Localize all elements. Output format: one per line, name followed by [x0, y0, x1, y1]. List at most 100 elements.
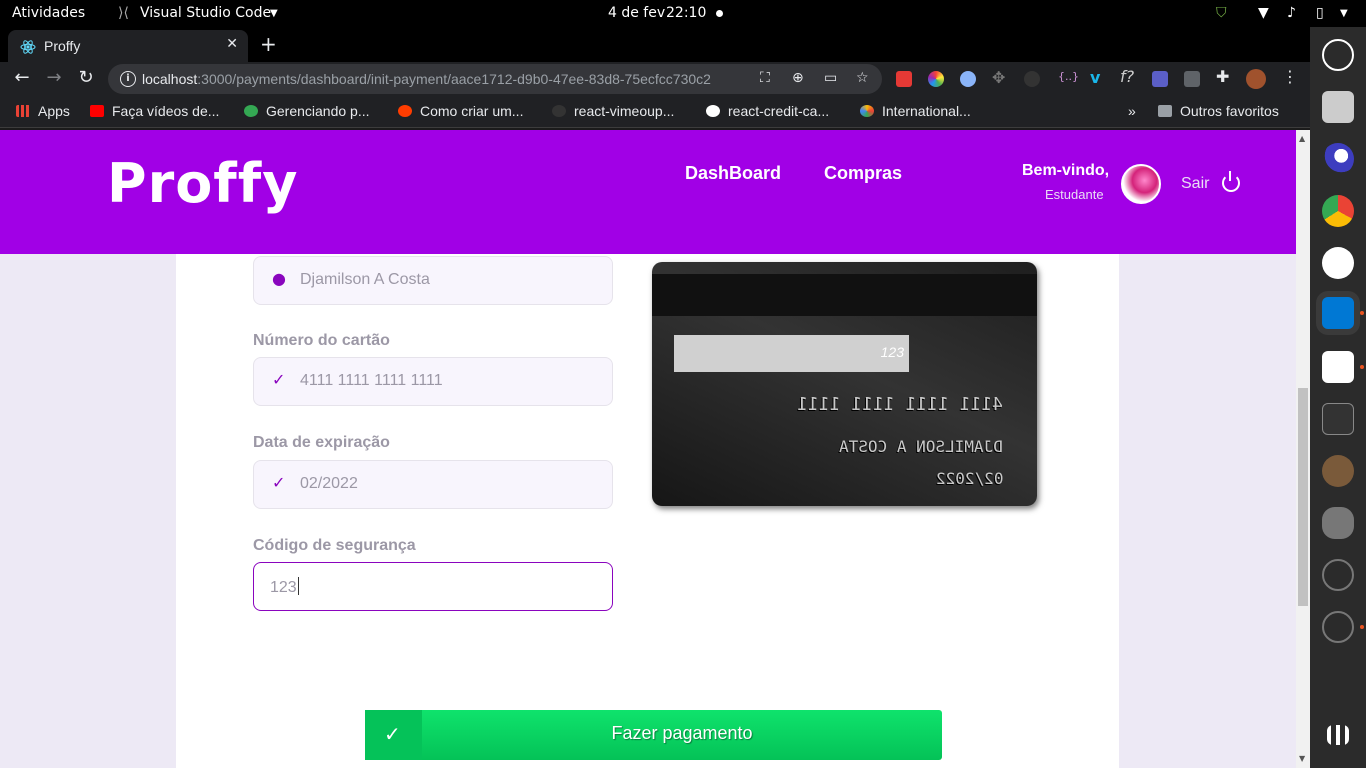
app-header: Proffy DashBoard Compras Bem-vindo, Estu… — [0, 130, 1296, 254]
bookmark-star-icon[interactable]: ☆ — [856, 70, 869, 86]
cvc-field[interactable]: 123 — [253, 562, 613, 611]
bookmark-como-criar[interactable]: Como criar um... — [398, 103, 523, 119]
app-menu[interactable]: Visual Studio Code — [140, 5, 271, 21]
activities-button[interactable]: Atividades — [12, 5, 85, 21]
card-number-label: Número do cartão — [253, 332, 390, 349]
tab-proffy[interactable]: Proffy ✕ — [8, 30, 248, 62]
bookmark-gerenciando[interactable]: Gerenciando p... — [244, 103, 370, 119]
obs-icon[interactable] — [1322, 39, 1354, 71]
vscode-icon: ⟩⟨ — [118, 5, 129, 21]
menu-dots-icon[interactable]: ⋮ — [1282, 67, 1298, 86]
chrome-icon[interactable] — [1322, 195, 1354, 227]
beaver-icon[interactable] — [1322, 455, 1354, 487]
wifi-icon[interactable]: ▼ — [1258, 5, 1269, 21]
card-number-value: 4111 1111 1111 1111 — [300, 372, 443, 389]
tab-strip: Proffy ✕ + — [0, 27, 1310, 62]
disk-icon[interactable] — [1322, 611, 1354, 643]
extension-circle-icon[interactable] — [960, 71, 976, 87]
files-icon[interactable] — [1322, 91, 1354, 123]
page-scrollbar[interactable]: ▲ ▼ — [1296, 130, 1310, 768]
bookmarks-overflow-button[interactable]: » — [1128, 103, 1136, 119]
ubuntu-dock — [1310, 27, 1366, 768]
credit-card-preview: 123 4111 1111 1111 1111 DJAMILSON A COST… — [652, 262, 1037, 506]
bookmark-apps[interactable]: Apps — [16, 103, 70, 119]
card-holder-mirrored: DJAMILSON A COSTA — [839, 437, 1003, 456]
magnetic-stripe — [652, 274, 1037, 316]
avatar[interactable] — [1121, 164, 1161, 204]
proffy-logo[interactable]: Proffy — [107, 152, 299, 215]
new-tab-icon[interactable]: + — [260, 32, 277, 56]
function-icon[interactable]: f? — [1120, 67, 1136, 86]
github-icon — [552, 105, 566, 117]
code-braces-icon[interactable]: {..} — [1058, 70, 1079, 86]
user-role: Estudante — [1045, 187, 1104, 202]
forward-icon[interactable]: → — [43, 67, 65, 88]
logout-link[interactable]: Sair — [1181, 175, 1209, 193]
pay-button-icon-area: ✓ — [365, 710, 422, 760]
puzzle-icon[interactable]: ✚ — [1216, 67, 1232, 86]
zoom-icon[interactable]: ⊕ — [792, 70, 804, 86]
gimp-icon[interactable] — [1322, 507, 1354, 539]
vscode-icon[interactable] — [1322, 297, 1354, 329]
battery-icon[interactable]: ▯ — [1316, 5, 1324, 21]
chevron-down-icon[interactable]: ▼ — [270, 8, 278, 19]
card-number-field[interactable]: ✓ 4111 1111 1111 1111 — [253, 357, 613, 406]
system-top-bar: Atividades ⟩⟨ Visual Studio Code ▼ 4 de … — [0, 0, 1366, 27]
fire-icon — [398, 105, 412, 117]
volume-icon[interactable]: ♪ — [1287, 5, 1296, 21]
shield-icon[interactable]: ⛉ — [1216, 5, 1227, 21]
bookmark-react-credit[interactable]: react-credit-ca... — [706, 103, 829, 119]
clock-time[interactable]: 22:10 — [666, 5, 706, 21]
insomnia-icon[interactable] — [1322, 247, 1354, 279]
bookmark-international[interactable]: International... — [860, 103, 971, 119]
cast-icon[interactable]: ▭ — [824, 70, 837, 86]
color-picker-icon[interactable] — [928, 71, 944, 87]
bookmark-other-folder[interactable]: Outros favoritos — [1158, 103, 1279, 119]
user-icon: ● — [272, 269, 286, 288]
reload-icon[interactable]: ↻ — [75, 67, 97, 88]
profile-avatar[interactable] — [1246, 69, 1266, 89]
signature-strip: 123 — [674, 335, 909, 372]
pay-button-label: Fazer pagamento — [611, 723, 753, 743]
clock-date[interactable]: 4 de fev — [608, 5, 665, 21]
system-menu-chevron-icon[interactable]: ▼ — [1340, 8, 1348, 19]
text-caret — [297, 577, 299, 595]
url-text[interactable]: localhost:3000/payments/dashboard/init-p… — [142, 71, 711, 87]
scrollbar-thumb[interactable] — [1298, 388, 1308, 606]
cardholder-name-field[interactable]: ● Djamilson A Costa — [253, 256, 613, 305]
react-icon — [20, 40, 36, 54]
text-editor-icon[interactable] — [1322, 351, 1354, 383]
pay-button[interactable]: ✓ Fazer pagamento — [365, 710, 942, 760]
nav-compras[interactable]: Compras — [824, 163, 902, 184]
terminal-icon[interactable] — [1322, 403, 1354, 435]
check-icon: ✓ — [384, 722, 401, 746]
scroll-down-icon[interactable]: ▼ — [1299, 754, 1305, 763]
cvc-value: 123 — [270, 577, 299, 596]
running-indicator — [1360, 311, 1364, 315]
notification-dot-icon — [716, 10, 723, 17]
extension-dark-icon[interactable] — [1024, 71, 1040, 87]
nav-dashboard[interactable]: DashBoard — [685, 163, 781, 184]
bookmark-youtube[interactable]: Faça vídeos de... — [90, 103, 219, 119]
translate-icon[interactable]: ⛶ — [760, 70, 770, 86]
info-icon[interactable]: i — [120, 71, 136, 87]
vimeo-icon[interactable]: v — [1090, 68, 1106, 87]
check-icon: ✓ — [272, 370, 286, 389]
power-icon[interactable] — [1222, 171, 1240, 192]
extension-icon[interactable] — [896, 71, 912, 87]
scroll-up-icon[interactable]: ▲ — [1299, 134, 1305, 143]
disk-icon[interactable] — [1322, 559, 1354, 591]
globe-icon — [706, 105, 720, 117]
expiry-field[interactable]: ✓ 02/2022 — [253, 460, 613, 509]
back-icon[interactable]: ← — [11, 67, 33, 88]
extension-b-icon[interactable] — [1152, 71, 1168, 87]
code-icon[interactable] — [1184, 71, 1200, 87]
show-apps-grid-icon[interactable] — [1327, 725, 1349, 745]
move-icon[interactable]: ✥ — [992, 68, 1008, 87]
eclipse-icon[interactable] — [1322, 143, 1354, 175]
bookmark-react-vimeo[interactable]: react-vimeoup... — [552, 103, 674, 119]
youtube-icon — [90, 105, 104, 117]
close-icon[interactable]: ✕ — [226, 36, 238, 52]
card-cvc: 123 — [880, 344, 904, 360]
address-bar[interactable]: i localhost:3000/payments/dashboard/init… — [108, 64, 882, 94]
